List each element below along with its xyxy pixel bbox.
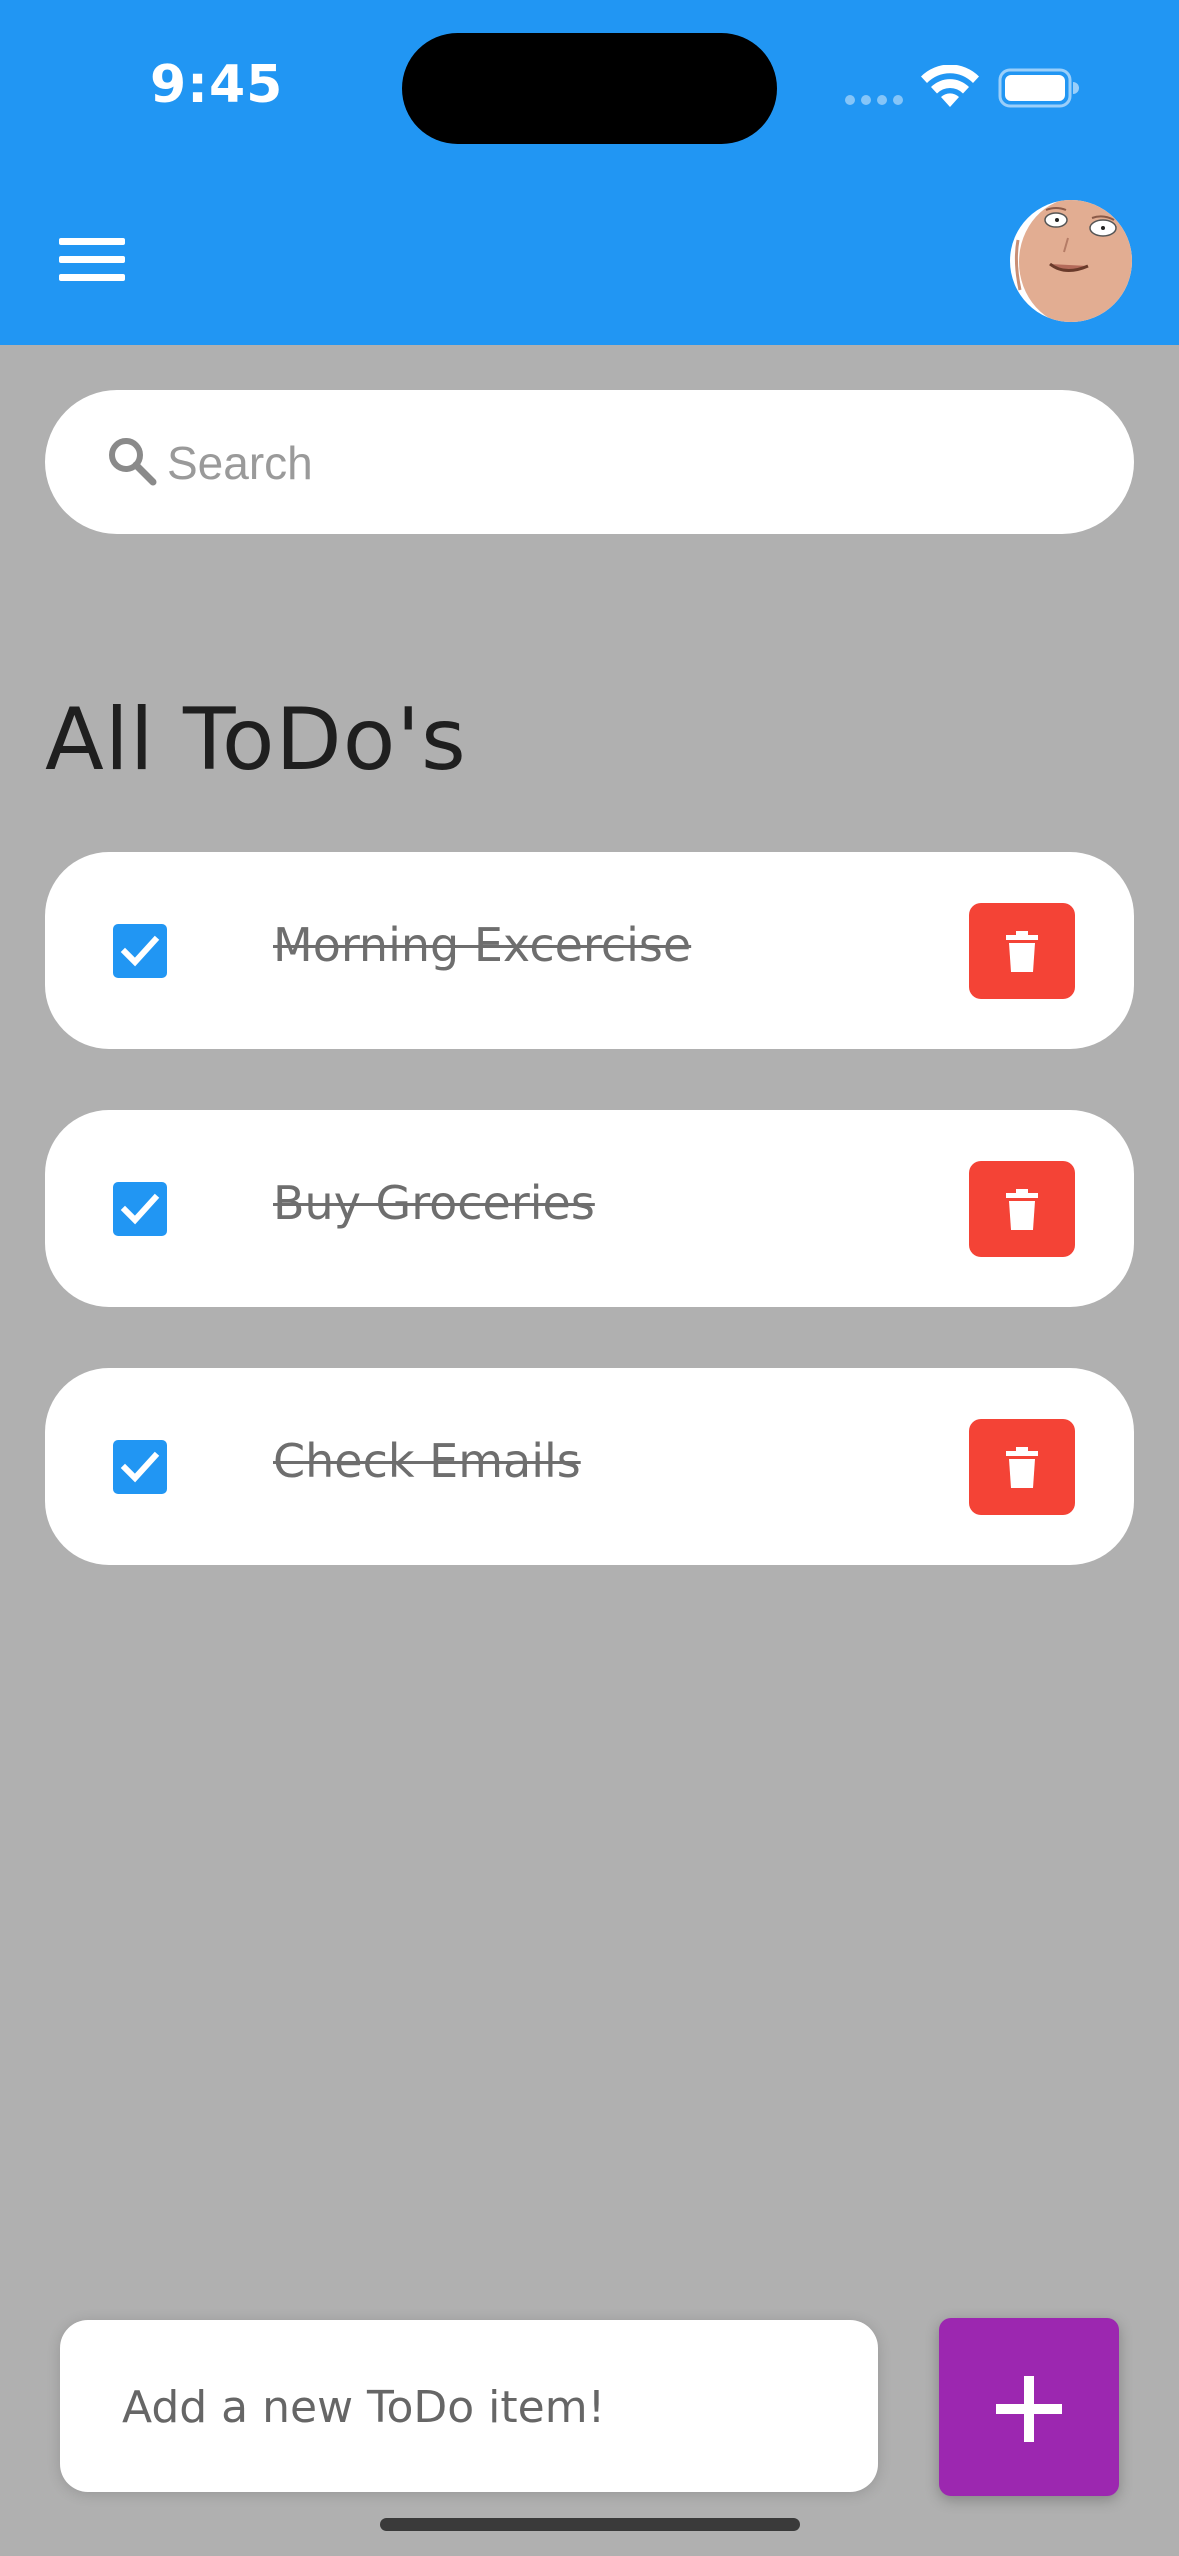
hamburger-menu-icon[interactable] <box>56 232 128 286</box>
battery-icon <box>998 68 1079 108</box>
status-time: 9:45 <box>150 55 284 115</box>
checkmark-icon <box>120 935 160 967</box>
todo-text: Check Emails <box>273 1434 581 1488</box>
trash-icon <box>1006 1447 1038 1488</box>
cellular-signal-icon <box>845 95 903 105</box>
todo-item[interactable]: Check Emails <box>45 1368 1134 1565</box>
todo-checkbox[interactable] <box>113 924 167 978</box>
trash-icon <box>1006 931 1038 972</box>
checkmark-icon <box>120 1193 160 1225</box>
new-todo-field[interactable] <box>60 2320 878 2492</box>
avatar[interactable] <box>1010 200 1132 322</box>
dynamic-island <box>402 33 777 144</box>
todo-item[interactable]: Buy Groceries <box>45 1110 1134 1307</box>
todo-text: Buy Groceries <box>273 1176 595 1230</box>
todo-checkbox[interactable] <box>113 1182 167 1236</box>
todo-checkbox[interactable] <box>113 1440 167 1494</box>
checkmark-icon <box>120 1451 160 1483</box>
delete-button[interactable] <box>969 1161 1075 1257</box>
search-icon <box>109 438 157 486</box>
delete-button[interactable] <box>969 1419 1075 1515</box>
add-todo-button[interactable] <box>939 2318 1119 2496</box>
search-input[interactable] <box>165 420 1069 506</box>
app-bar: 9:45 <box>0 0 1179 345</box>
delete-button[interactable] <box>969 903 1075 999</box>
home-indicator[interactable] <box>380 2518 800 2531</box>
trash-icon <box>1006 1189 1038 1230</box>
page-title: All ToDo's <box>45 690 467 790</box>
avatar-face-icon <box>1014 200 1132 322</box>
todo-item[interactable]: Morning Excercise <box>45 852 1134 1049</box>
search-bar[interactable] <box>45 390 1134 534</box>
new-todo-input[interactable] <box>120 2364 844 2450</box>
wifi-icon <box>921 65 979 107</box>
todo-text: Morning Excercise <box>273 918 692 972</box>
